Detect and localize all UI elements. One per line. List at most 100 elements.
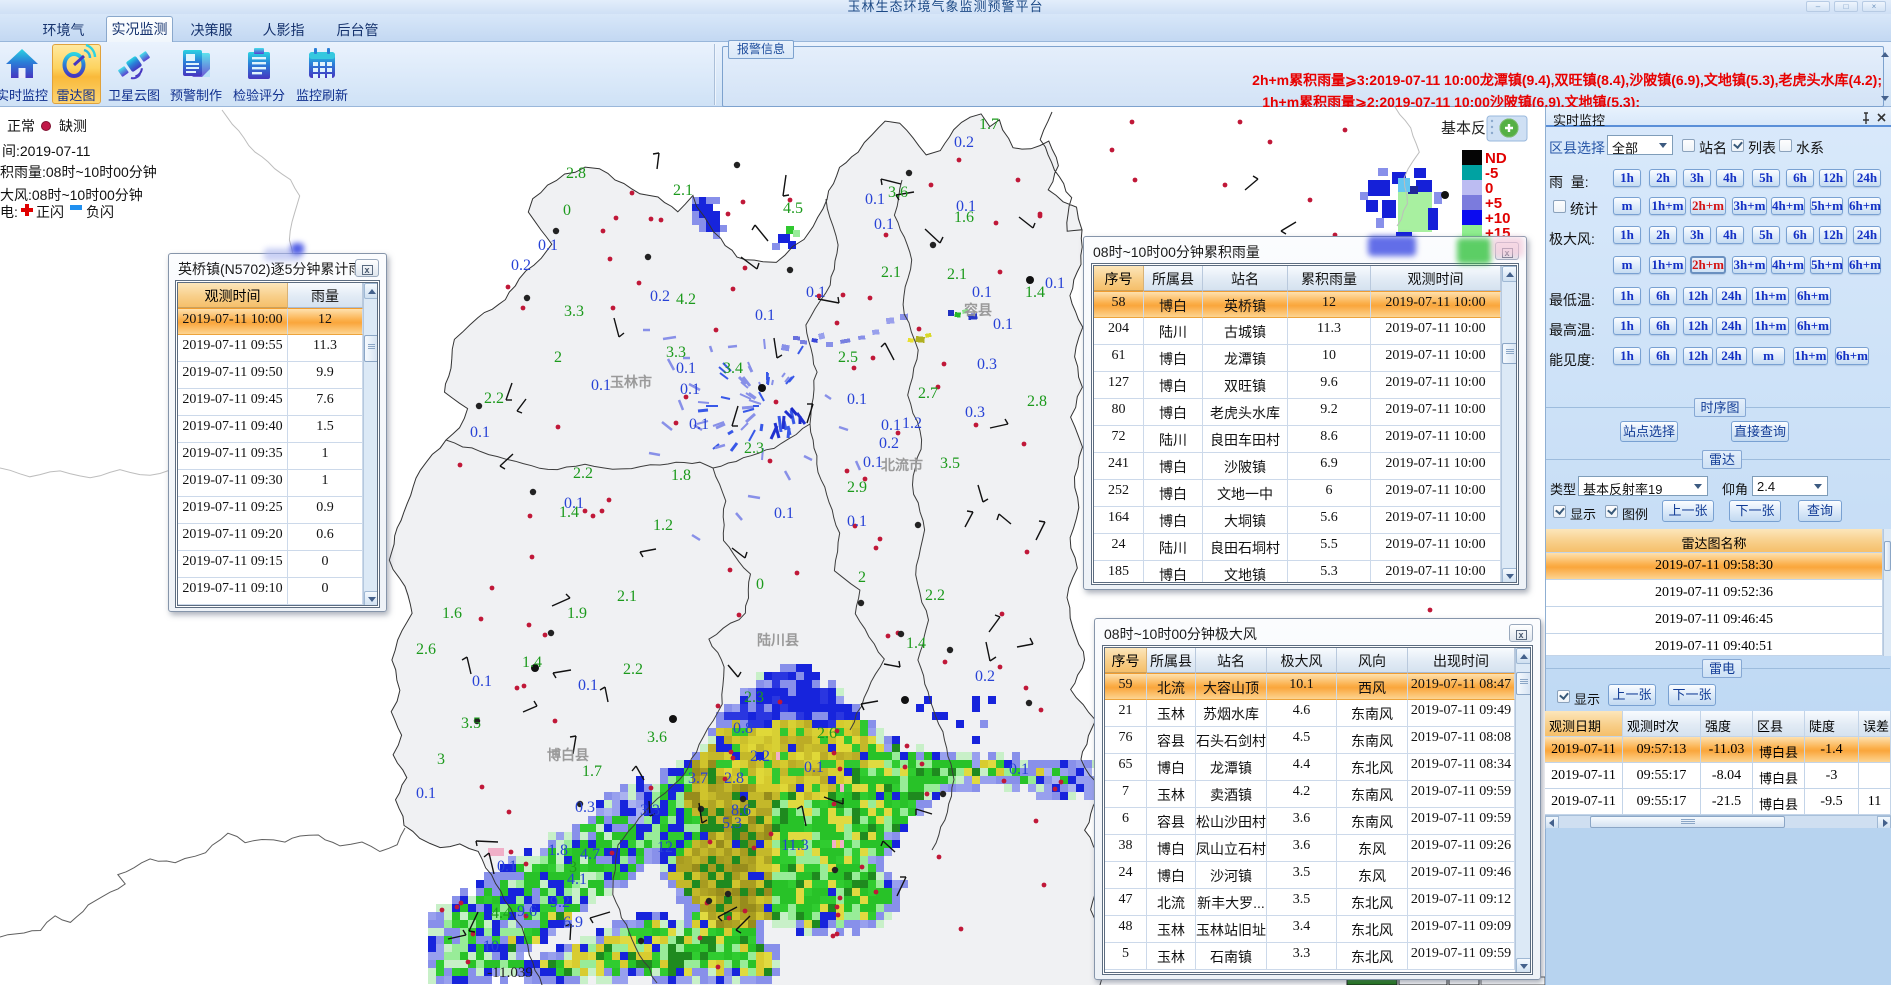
svg-text:间:2019-07-11: 间:2019-07-11 xyxy=(2,143,91,159)
svg-text:0: 0 xyxy=(563,202,571,219)
svg-text:积雨量:08时~10时00分钟: 积雨量:08时~10时00分钟 xyxy=(0,164,157,180)
svg-text:4.2: 4.2 xyxy=(676,291,696,308)
svg-text:2.8: 2.8 xyxy=(1027,393,1047,410)
svg-text:0.3: 0.3 xyxy=(575,799,595,816)
svg-text:博白县: 博白县 xyxy=(547,747,589,763)
svg-text:3.6: 3.6 xyxy=(647,729,667,746)
svg-text:0.2: 0.2 xyxy=(954,134,974,151)
svg-text:0: 0 xyxy=(756,576,764,593)
svg-text:0.1: 0.1 xyxy=(578,677,598,694)
svg-text:2.6: 2.6 xyxy=(416,641,436,658)
svg-text:1.4: 1.4 xyxy=(522,654,542,671)
svg-text:5.3: 5.3 xyxy=(722,815,742,832)
svg-text:0.1: 0.1 xyxy=(538,237,558,254)
svg-text:2.1: 2.1 xyxy=(881,264,901,281)
svg-text:0.1: 0.1 xyxy=(847,391,867,408)
svg-text:0.1: 0.1 xyxy=(972,284,992,301)
svg-text:1.8: 1.8 xyxy=(671,467,691,484)
svg-text:3.3: 3.3 xyxy=(640,802,660,819)
svg-text:1.7: 1.7 xyxy=(582,763,602,780)
svg-text:0.1: 0.1 xyxy=(564,495,584,512)
svg-text:0.1: 0.1 xyxy=(774,505,794,522)
svg-text:0.1: 0.1 xyxy=(993,316,1013,333)
svg-text:2.3: 2.3 xyxy=(744,689,764,706)
svg-text:0.1: 0.1 xyxy=(1045,275,1065,292)
svg-text:负闪: 负闪 xyxy=(86,204,114,220)
svg-text:2.7: 2.7 xyxy=(918,385,938,402)
svg-text:缺测: 缺测 xyxy=(59,118,87,134)
svg-text:0.2: 0.2 xyxy=(975,668,995,685)
svg-text:3.3: 3.3 xyxy=(666,344,686,361)
svg-text:0.1: 0.1 xyxy=(1009,761,1029,778)
svg-text:2.6: 2.6 xyxy=(817,725,837,742)
svg-text:12: 12 xyxy=(657,839,673,856)
svg-text:9.2: 9.2 xyxy=(550,894,570,911)
svg-text:4.1: 4.1 xyxy=(567,871,587,888)
svg-text:0.1: 0.1 xyxy=(804,759,824,776)
svg-text:0.2: 0.2 xyxy=(650,288,670,305)
svg-text:0.1: 0.1 xyxy=(865,191,885,208)
svg-text:0.1: 0.1 xyxy=(470,424,490,441)
svg-text:3.7: 3.7 xyxy=(688,770,708,787)
svg-text:2.2: 2.2 xyxy=(573,465,593,482)
svg-text:2.2: 2.2 xyxy=(925,587,945,604)
svg-text:0.3: 0.3 xyxy=(965,404,985,421)
svg-text:4.5: 4.5 xyxy=(783,200,803,217)
svg-text:2.9: 2.9 xyxy=(847,479,867,496)
svg-text:0.1: 0.1 xyxy=(847,513,867,530)
svg-text:2.3: 2.3 xyxy=(744,440,764,457)
svg-text:0.1: 0.1 xyxy=(863,454,883,471)
svg-text:陆川县: 陆川县 xyxy=(757,632,799,648)
svg-text:2.2: 2.2 xyxy=(750,748,770,765)
svg-text:0.1: 0.1 xyxy=(956,198,976,215)
svg-text:1.4: 1.4 xyxy=(1025,284,1045,301)
svg-text:2.8: 2.8 xyxy=(724,770,744,787)
svg-text:0.1: 0.1 xyxy=(472,673,492,690)
svg-text:6.9: 6.9 xyxy=(563,914,583,931)
svg-text:容县: 容县 xyxy=(963,302,992,318)
svg-text:2.2: 2.2 xyxy=(623,661,643,678)
svg-text:2.8: 2.8 xyxy=(566,165,586,182)
svg-text:-11.039: -11.039 xyxy=(487,965,533,981)
svg-text:0.1: 0.1 xyxy=(676,360,696,377)
svg-text:0.8: 0.8 xyxy=(733,720,753,737)
svg-text:玉林市: 玉林市 xyxy=(610,374,652,390)
svg-text:3.5: 3.5 xyxy=(940,455,960,472)
svg-text:0.1: 0.1 xyxy=(755,307,775,324)
svg-text:2: 2 xyxy=(554,349,562,366)
svg-text:1.2: 1.2 xyxy=(653,517,673,534)
svg-text:1.6: 1.6 xyxy=(442,605,462,622)
svg-text:正常: 正常 xyxy=(7,118,35,134)
svg-text:0.1: 0.1 xyxy=(874,216,894,233)
svg-text:0.1: 0.1 xyxy=(591,377,611,394)
svg-text:3.6: 3.6 xyxy=(888,184,908,201)
svg-text:10: 10 xyxy=(483,938,499,955)
svg-text:0.1: 0.1 xyxy=(689,416,709,433)
svg-text:0.3: 0.3 xyxy=(977,356,997,373)
svg-text:1.4: 1.4 xyxy=(906,635,926,652)
svg-text:1.7: 1.7 xyxy=(979,116,999,133)
svg-text:2: 2 xyxy=(858,569,866,586)
svg-text:2.2: 2.2 xyxy=(484,390,504,407)
svg-text:大风:08时~10时00分钟: 大风:08时~10时00分钟 xyxy=(0,187,143,203)
svg-text:4.7: 4.7 xyxy=(580,846,600,863)
svg-text:3: 3 xyxy=(437,751,445,768)
svg-text:11.3: 11.3 xyxy=(781,837,808,854)
svg-text:0.2: 0.2 xyxy=(511,257,531,274)
svg-text:9.6: 9.6 xyxy=(517,903,537,920)
svg-text:2.1: 2.1 xyxy=(617,588,637,605)
svg-text:北流市: 北流市 xyxy=(881,457,923,473)
svg-text:2.1: 2.1 xyxy=(673,182,693,199)
svg-text:0.1: 0.1 xyxy=(881,417,901,434)
svg-text:1.8: 1.8 xyxy=(548,842,568,859)
svg-text:0.2: 0.2 xyxy=(879,435,899,452)
svg-text:基本反: 基本反 xyxy=(1441,120,1486,137)
svg-text:1.9: 1.9 xyxy=(567,605,587,622)
svg-text:4.4: 4.4 xyxy=(491,905,511,922)
svg-text:3.4: 3.4 xyxy=(723,360,743,377)
svg-text:1.2: 1.2 xyxy=(902,415,922,432)
svg-text:2.5: 2.5 xyxy=(838,349,858,366)
svg-text:2.1: 2.1 xyxy=(947,266,967,283)
svg-text:电:: 电: xyxy=(0,204,18,220)
svg-text:0.1: 0.1 xyxy=(806,284,826,301)
